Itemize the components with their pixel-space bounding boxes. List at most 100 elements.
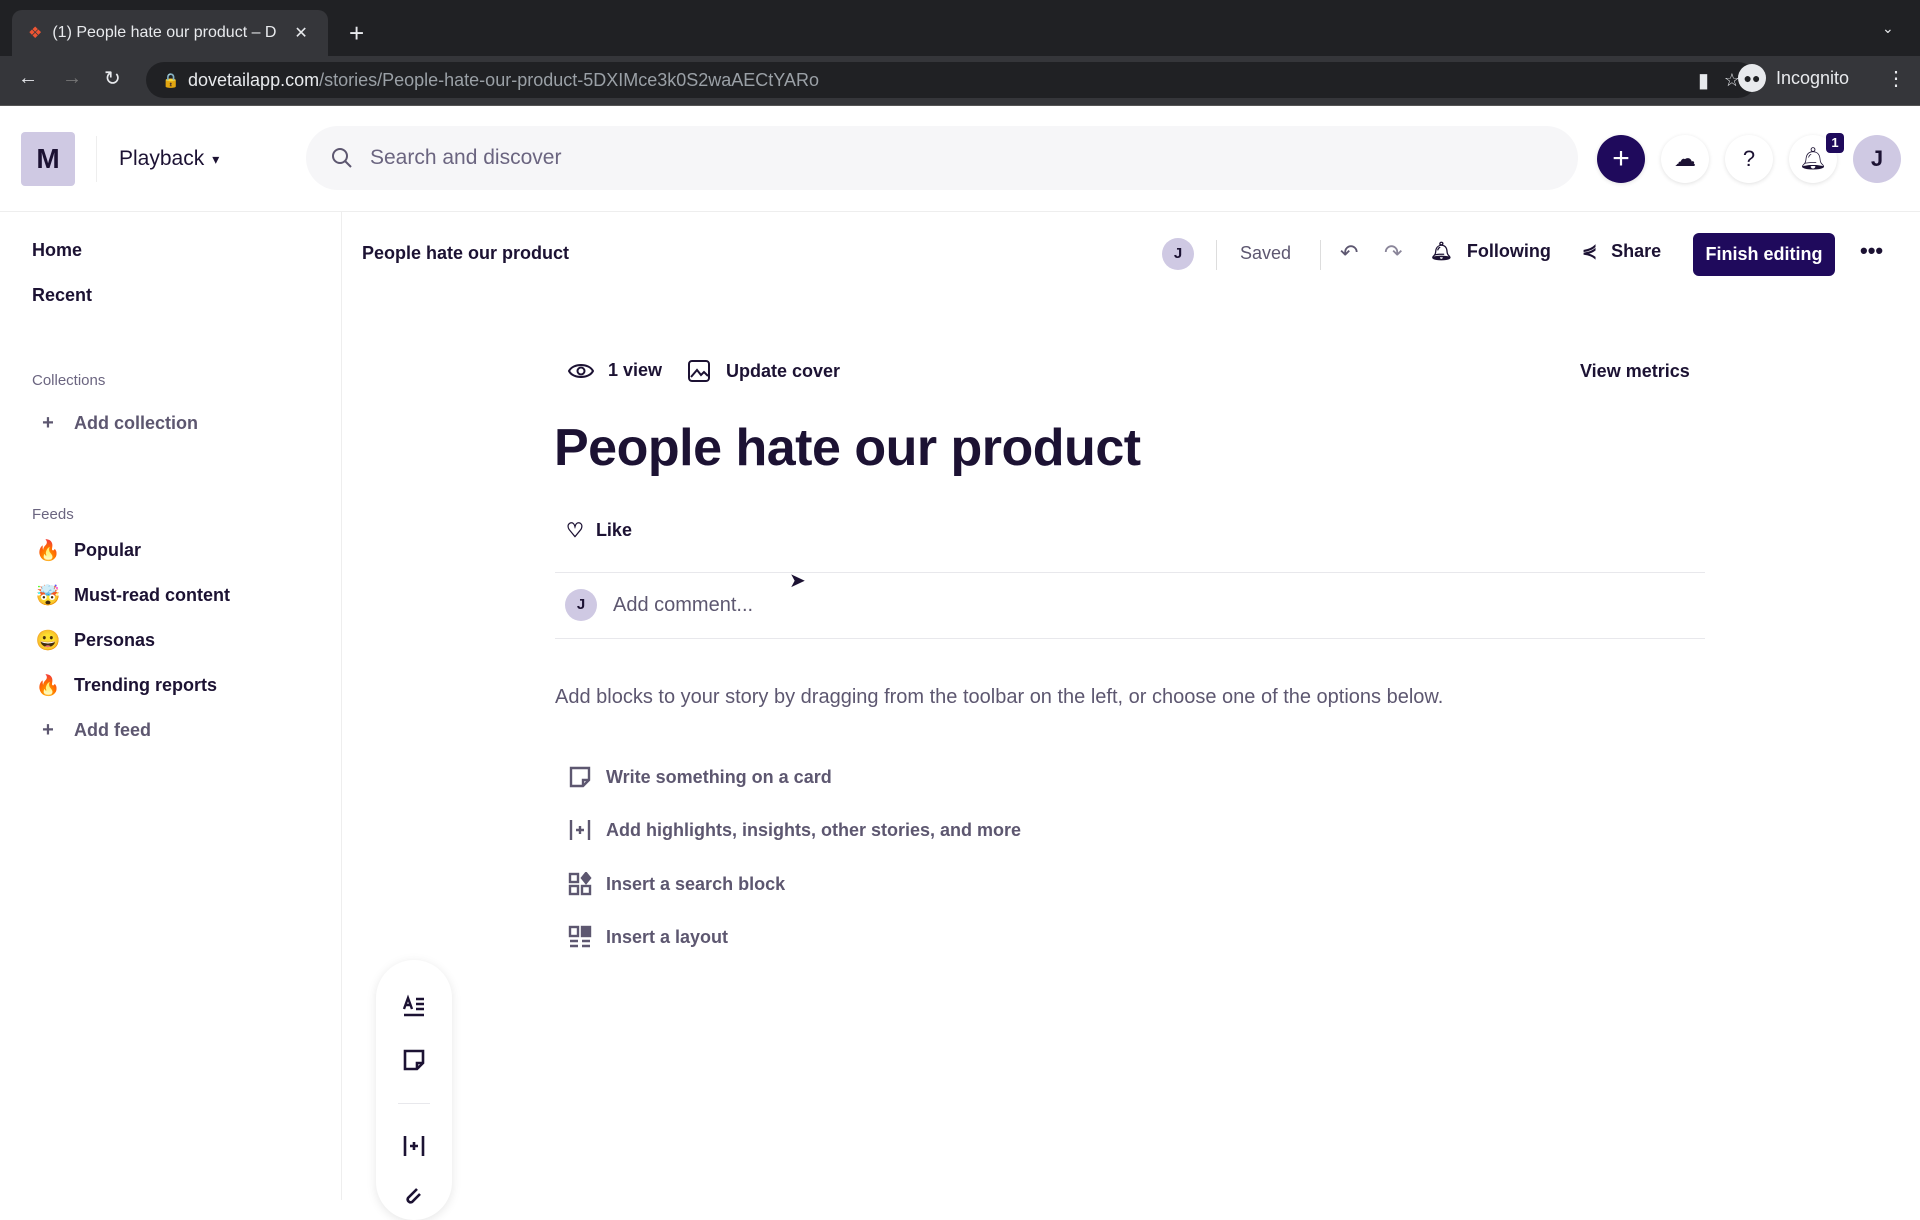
option-label: Insert a search block <box>606 873 786 894</box>
share-icon: ⋞ <box>1582 241 1598 261</box>
redo-icon[interactable]: ↷ <box>1384 240 1402 266</box>
following-label: Following <box>1466 241 1551 261</box>
text-block-icon[interactable] <box>402 994 426 1018</box>
incognito-icon: ●● <box>1738 64 1766 92</box>
workspace-logo[interactable]: M <box>21 132 75 186</box>
update-cover-button[interactable]: Update cover <box>688 360 840 382</box>
story-title[interactable]: People hate our product <box>554 418 1141 478</box>
layout-icon <box>568 925 592 948</box>
mouse-cursor: ➤ <box>789 570 806 592</box>
views-count: 1 view <box>568 360 662 381</box>
profile-label: Incognito <box>1776 67 1850 88</box>
header-divider <box>96 136 97 182</box>
following-button[interactable]: 🔔︎ Following <box>1430 241 1551 262</box>
option-write-card[interactable]: Write something on a card <box>568 762 832 792</box>
toolbar-divider <box>398 1103 430 1104</box>
add-feed-button[interactable]: + Add feed <box>32 719 151 742</box>
option-insert-layout[interactable]: Insert a layout <box>568 922 728 952</box>
browser-menu-icon[interactable]: ⋮ <box>1886 66 1906 91</box>
attachment-icon[interactable] <box>402 1186 426 1210</box>
sidebar-item-home[interactable]: Home <box>32 240 82 261</box>
tab-close-icon[interactable]: ✕ <box>294 23 307 43</box>
insert-block-icon[interactable] <box>402 1134 426 1158</box>
toolbar-divider <box>1320 240 1321 270</box>
helper-text: Add blocks to your story by dragging fro… <box>555 686 1444 708</box>
tab-title: (1) People hate our product – D <box>52 24 277 41</box>
upload-button[interactable]: ☁ <box>1661 135 1709 183</box>
incognito-badge[interactable]: ●● Incognito <box>1738 64 1849 92</box>
insert-block-icon <box>569 820 591 840</box>
tab-list-chevron-icon[interactable]: ⌄ <box>1882 20 1894 37</box>
feed-label: Trending reports <box>74 675 218 695</box>
undo-icon[interactable]: ↶ <box>1340 240 1358 266</box>
editor-avatar: J <box>1162 238 1194 270</box>
search-block-icon <box>568 872 592 896</box>
notification-badge: 1 <box>1826 133 1844 153</box>
feed-label: Must-read content <box>74 585 231 605</box>
chevron-down-icon: ▾ <box>212 150 220 167</box>
plus-icon: + <box>1612 142 1630 175</box>
user-avatar[interactable]: J <box>1853 135 1901 183</box>
option-label: Write something on a card <box>606 766 832 787</box>
sidebar-item-must-read[interactable]: 🤯 Must-read content <box>32 583 230 608</box>
search-input[interactable]: Search and discover <box>306 126 1578 190</box>
feed-label: Popular <box>74 540 142 560</box>
add-feed-label: Add feed <box>74 720 152 740</box>
views-label: 1 view <box>608 360 663 380</box>
option-label: Insert a layout <box>606 926 729 947</box>
plus-icon: + <box>42 719 54 741</box>
more-options-icon[interactable]: ••• <box>1860 238 1883 264</box>
help-button[interactable]: ? <box>1725 135 1773 183</box>
feeds-heading: Feeds <box>32 506 74 523</box>
reload-icon[interactable]: ↻ <box>104 66 121 91</box>
view-metrics-link[interactable]: View metrics <box>1580 361 1690 382</box>
fire-icon: 🔥 <box>35 675 61 697</box>
option-search-block[interactable]: Insert a search block <box>568 869 785 899</box>
new-tab-icon[interactable]: + <box>349 18 364 49</box>
plus-icon: + <box>42 412 54 434</box>
project-switcher[interactable]: Playback ▾ <box>119 147 219 171</box>
comment-input[interactable]: Add comment... <box>613 594 1693 617</box>
url-domain: dovetailapp.com <box>188 69 320 90</box>
sidebar-item-trending-reports[interactable]: 🔥 Trending reports <box>32 673 217 698</box>
project-name: Playback <box>119 147 205 170</box>
exploding-head-icon: 🤯 <box>35 585 61 607</box>
bell-icon: 🔔︎ <box>1799 146 1827 171</box>
divider <box>555 572 1705 573</box>
option-add-highlights[interactable]: Add highlights, insights, other stories,… <box>568 815 1021 845</box>
back-icon[interactable]: ← <box>18 67 38 90</box>
forward-icon[interactable]: → <box>62 67 82 90</box>
collections-heading: Collections <box>32 372 106 389</box>
cloud-upload-icon: ☁ <box>1674 146 1696 171</box>
story-breadcrumb-title: People hate our product <box>362 243 570 263</box>
url-path: /stories/People-hate-our-product-5DXIMce… <box>319 69 819 90</box>
share-label: Share <box>1611 241 1662 261</box>
sidebar-item-recent[interactable]: Recent <box>32 285 92 306</box>
block-toolbar <box>376 960 452 1220</box>
like-button[interactable]: ♡ Like <box>566 518 632 543</box>
create-button[interactable]: + <box>1597 135 1645 183</box>
add-collection-label: Add collection <box>74 413 199 433</box>
add-collection-button[interactable]: + Add collection <box>32 412 198 435</box>
card-icon <box>569 766 591 788</box>
heart-icon: ♡ <box>566 520 584 542</box>
feed-label: Personas <box>74 630 156 650</box>
toolbar-divider <box>1216 240 1217 270</box>
side-panel-icon[interactable]: ▮ <box>1698 68 1709 93</box>
help-icon: ? <box>1742 146 1756 171</box>
sidebar-item-personas[interactable]: 😀 Personas <box>32 628 156 653</box>
comment-avatar: J <box>565 589 597 621</box>
lock-icon: 🔒 <box>162 71 180 88</box>
share-button[interactable]: ⋞ Share <box>1582 241 1661 262</box>
browser-tab[interactable]: ❖ (1) People hate our product – D ✕ <box>12 10 328 56</box>
image-icon <box>688 360 710 382</box>
option-label: Add highlights, insights, other stories,… <box>606 819 1022 840</box>
card-icon[interactable] <box>402 1048 426 1072</box>
sidebar-item-popular[interactable]: 🔥 Popular <box>32 538 141 563</box>
finish-editing-button[interactable]: Finish editing <box>1693 233 1835 276</box>
search-icon <box>332 148 352 168</box>
search-placeholder: Search and discover <box>370 146 562 169</box>
divider <box>555 638 1705 639</box>
popular-icon: 🔥 <box>35 540 61 562</box>
url-input[interactable]: 🔒 dovetailapp.com/stories/People-hate-ou… <box>146 62 1756 98</box>
